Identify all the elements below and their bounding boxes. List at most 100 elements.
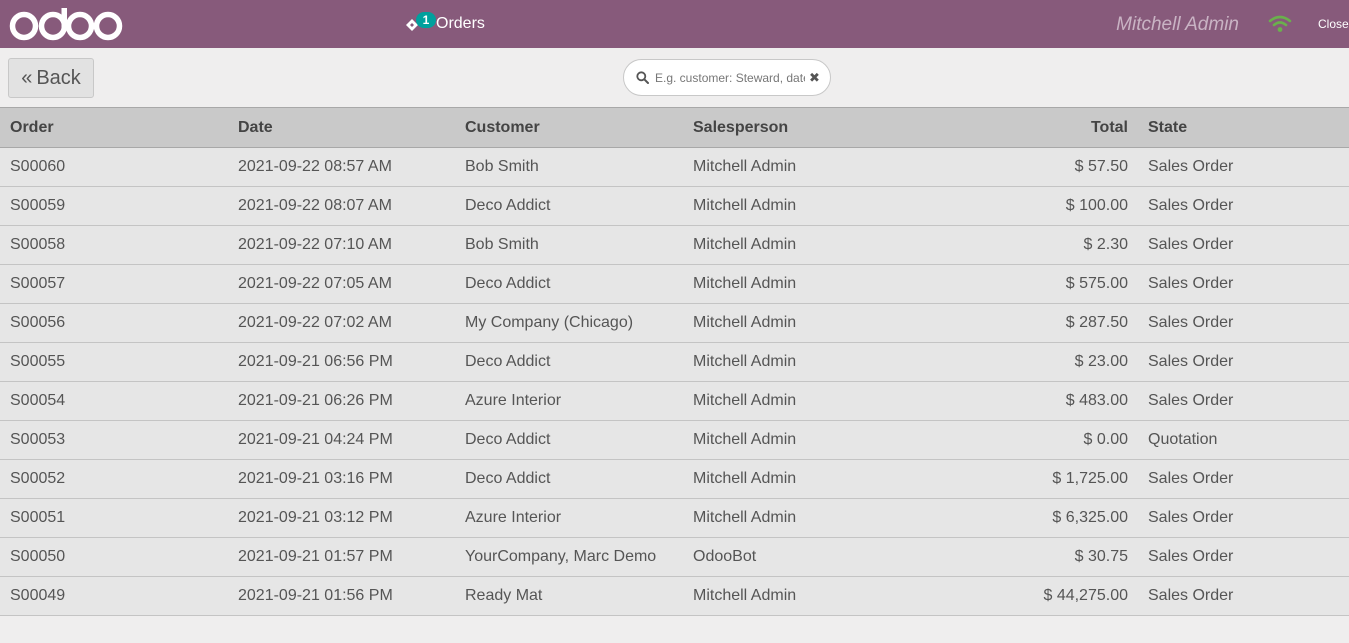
table-row[interactable]: S00054 2021-09-21 06:26 PM Azure Interior M… — [0, 381, 1349, 421]
state-cell: Sales Order — [1138, 264, 1349, 304]
orders-table-body: S00060 2021-09-22 08:57 AM Bob Smith Mitche… — [0, 147, 1349, 616]
date-cell: 2021-09-21 01:57 PM — [228, 537, 455, 577]
order-cell: S00055 — [0, 342, 228, 382]
order-cell: S00050 — [0, 537, 228, 577]
date-cell: 2021-09-22 08:07 AM — [228, 186, 455, 226]
table-row[interactable]: S00059 2021-09-22 08:07 AM Deco Addict Mitc… — [0, 186, 1349, 226]
state-cell: Sales Order — [1138, 303, 1349, 343]
order-cell: S00056 — [0, 303, 228, 343]
total-cell: $ 287.50 — [910, 303, 1138, 343]
customer-cell: Deco Addict — [455, 186, 683, 226]
customer-cell: Ready Mat — [455, 576, 683, 616]
search-box[interactable]: ✖ — [623, 59, 831, 96]
column-header-date: Date — [228, 107, 455, 148]
table-row[interactable]: S00055 2021-09-21 06:56 PM Deco Addict Mitc… — [0, 342, 1349, 382]
total-cell: $ 44,275.00 — [910, 576, 1138, 616]
back-button[interactable]: « Back — [8, 58, 94, 98]
salesperson-cell: Mitchell Admin — [683, 342, 910, 382]
salesperson-cell: Mitchell Admin — [683, 381, 910, 421]
table-row[interactable]: S00057 2021-09-22 07:05 AM Deco Addict Mitc… — [0, 264, 1349, 304]
table-row[interactable]: S00058 2021-09-22 07:10 AM Bob Smith Mitche… — [0, 225, 1349, 265]
table-header-row: Order Date Customer Salesperson Total St… — [0, 107, 1349, 148]
column-header-state: State — [1138, 107, 1349, 148]
salesperson-cell: Mitchell Admin — [683, 303, 910, 343]
date-cell: 2021-09-22 07:02 AM — [228, 303, 455, 343]
ticket-icon: 1 — [404, 12, 436, 35]
total-cell: $ 575.00 — [910, 264, 1138, 304]
salesperson-cell: Mitchell Admin — [683, 264, 910, 304]
column-header-total: Total — [910, 107, 1138, 148]
orders-count-badge: 1 — [416, 12, 436, 28]
column-header-order: Order — [0, 107, 228, 148]
state-cell: Quotation — [1138, 420, 1349, 460]
customer-cell: Azure Interior — [455, 498, 683, 538]
order-cell: S00049 — [0, 576, 228, 616]
total-cell: $ 483.00 — [910, 381, 1138, 421]
salesperson-cell: Mitchell Admin — [683, 186, 910, 226]
customer-cell: Deco Addict — [455, 264, 683, 304]
order-cell: S00052 — [0, 459, 228, 499]
column-header-salesperson: Salesperson — [683, 107, 910, 148]
table-row[interactable]: S00060 2021-09-22 08:57 AM Bob Smith Mitche… — [0, 147, 1349, 187]
date-cell: 2021-09-21 04:24 PM — [228, 420, 455, 460]
total-cell: $ 23.00 — [910, 342, 1138, 382]
total-cell: $ 57.50 — [910, 147, 1138, 187]
top-bar: 1 Orders Mitchell Admin Close — [0, 0, 1349, 48]
close-button[interactable]: Close — [1318, 17, 1349, 31]
customer-cell: YourCompany, Marc Demo — [455, 537, 683, 577]
order-cell: S00054 — [0, 381, 228, 421]
order-cell: S00053 — [0, 420, 228, 460]
state-cell: Sales Order — [1138, 459, 1349, 499]
total-cell: $ 1,725.00 — [910, 459, 1138, 499]
table-row[interactable]: S00049 2021-09-21 01:56 PM Ready Mat Mitche… — [0, 576, 1349, 616]
order-cell: S00051 — [0, 498, 228, 538]
state-cell: Sales Order — [1138, 225, 1349, 265]
search-input[interactable] — [655, 70, 805, 85]
date-cell: 2021-09-21 06:56 PM — [228, 342, 455, 382]
odoo-logo — [9, 8, 123, 41]
orders-table: Order Date Customer Salesperson Total St… — [0, 107, 1349, 616]
order-cell: S00060 — [0, 147, 228, 187]
state-cell: Sales Order — [1138, 147, 1349, 187]
close-icon[interactable]: ✖ — [809, 70, 820, 86]
wifi-icon — [1268, 15, 1292, 32]
total-cell: $ 0.00 — [910, 420, 1138, 460]
customer-cell: Deco Addict — [455, 342, 683, 382]
user-name: Mitchell Admin — [1116, 14, 1239, 35]
state-cell: Sales Order — [1138, 498, 1349, 538]
customer-cell: Bob Smith — [455, 147, 683, 187]
customer-cell: Deco Addict — [455, 459, 683, 499]
orders-tab-label: Orders — [436, 15, 485, 32]
customer-cell: Bob Smith — [455, 225, 683, 265]
salesperson-cell: Mitchell Admin — [683, 147, 910, 187]
total-cell: $ 100.00 — [910, 186, 1138, 226]
table-row[interactable]: S00051 2021-09-21 03:12 PM Azure Interior M… — [0, 498, 1349, 538]
customer-cell: Deco Addict — [455, 420, 683, 460]
salesperson-cell: Mitchell Admin — [683, 576, 910, 616]
table-row[interactable]: S00052 2021-09-21 03:16 PM Deco Addict Mitc… — [0, 459, 1349, 499]
order-cell: S00057 — [0, 264, 228, 304]
state-cell: Sales Order — [1138, 342, 1349, 382]
date-cell: 2021-09-21 03:12 PM — [228, 498, 455, 538]
order-cell: S00059 — [0, 186, 228, 226]
state-cell: Sales Order — [1138, 381, 1349, 421]
order-cell: S00058 — [0, 225, 228, 265]
date-cell: 2021-09-21 03:16 PM — [228, 459, 455, 499]
state-cell: Sales Order — [1138, 186, 1349, 226]
date-cell: 2021-09-22 08:57 AM — [228, 147, 455, 187]
back-button-label: Back — [36, 66, 81, 89]
date-cell: 2021-09-21 01:56 PM — [228, 576, 455, 616]
salesperson-cell: OdooBot — [683, 537, 910, 577]
salesperson-cell: Mitchell Admin — [683, 225, 910, 265]
orders-tab[interactable]: 1 Orders — [404, 10, 485, 38]
salesperson-cell: Mitchell Admin — [683, 420, 910, 460]
total-cell: $ 6,325.00 — [910, 498, 1138, 538]
table-row[interactable]: S00056 2021-09-22 07:02 AM My Company (Chi… — [0, 303, 1349, 343]
date-cell: 2021-09-22 07:10 AM — [228, 225, 455, 265]
date-cell: 2021-09-22 07:05 AM — [228, 264, 455, 304]
table-row[interactable]: S00053 2021-09-21 04:24 PM Deco Addict Mitc… — [0, 420, 1349, 460]
search-icon — [636, 71, 649, 84]
total-cell: $ 30.75 — [910, 537, 1138, 577]
table-row[interactable]: S00050 2021-09-21 01:57 PM YourCompany, Ma… — [0, 537, 1349, 577]
state-cell: Sales Order — [1138, 537, 1349, 577]
